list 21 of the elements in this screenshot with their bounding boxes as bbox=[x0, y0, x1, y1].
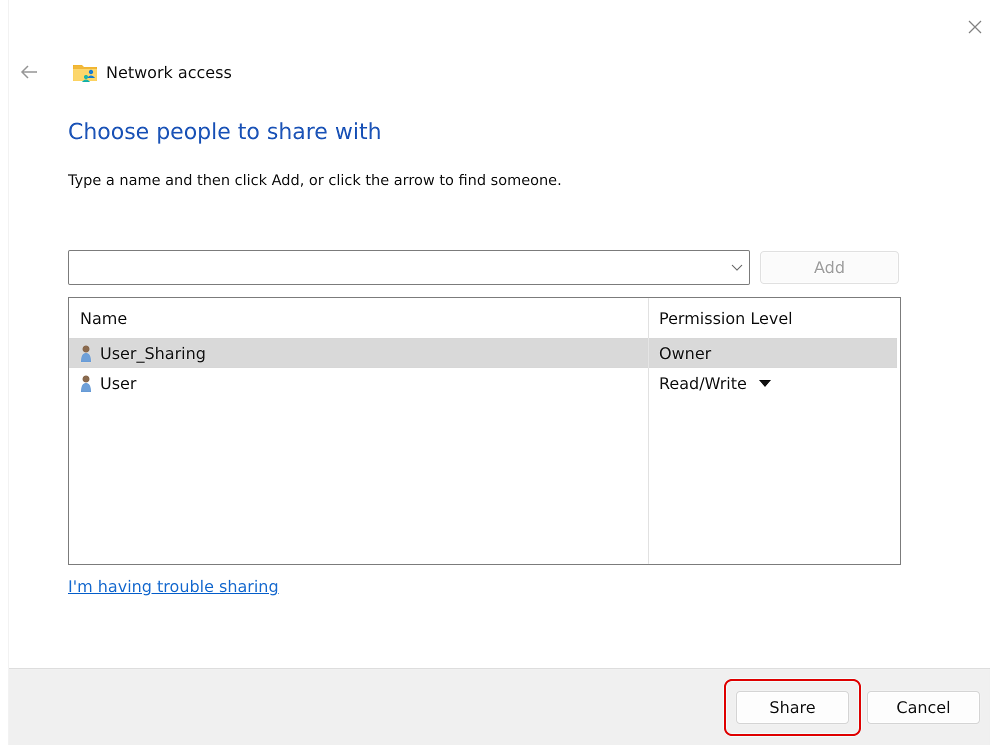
chevron-down-icon[interactable] bbox=[731, 264, 743, 271]
close-icon[interactable] bbox=[968, 20, 982, 34]
table-cell: User bbox=[100, 374, 136, 392]
name-combo-box[interactable] bbox=[68, 250, 750, 285]
dialog-button[interactable]: Cancel bbox=[867, 690, 980, 724]
heading: Choose people to share with bbox=[68, 120, 382, 145]
table-cell: User_Sharing bbox=[100, 344, 206, 362]
dropdown-arrow-icon[interactable] bbox=[758, 380, 771, 386]
column-header[interactable]: Name bbox=[69, 308, 648, 328]
table-cell: Read/Write bbox=[659, 374, 747, 392]
user-icon bbox=[80, 344, 92, 362]
window-title: Network access bbox=[106, 62, 232, 82]
instruction-text: Type a name and then click Add, or click the arrow to find someone. bbox=[68, 173, 562, 189]
list-row[interactable]: User_Sharing Owner bbox=[69, 338, 897, 368]
list-row[interactable]: User Read/Write bbox=[69, 368, 897, 398]
column-header[interactable]: Permission Level bbox=[648, 308, 793, 328]
table-cell: Owner bbox=[659, 344, 712, 362]
help-link[interactable]: I'm having trouble sharing bbox=[68, 577, 279, 596]
user-icon bbox=[80, 374, 92, 392]
back-icon[interactable] bbox=[20, 64, 38, 80]
dialog-button[interactable]: Share bbox=[736, 690, 849, 724]
